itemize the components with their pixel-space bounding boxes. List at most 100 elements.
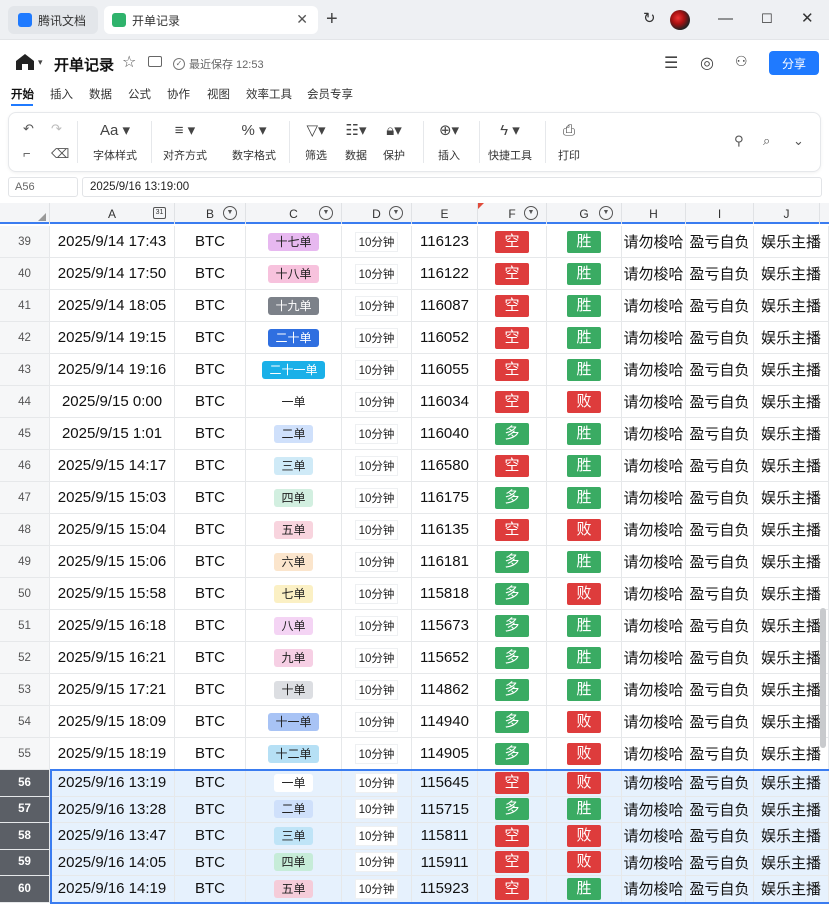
duration-cell[interactable]: 10分钟 <box>342 642 412 673</box>
order-tag-cell[interactable]: 十单 <box>246 674 342 705</box>
table-row[interactable]: 44 2025/9/15 0:00 BTC 一单 10分钟 116034 空 败 请勿梭哈 盈亏自… <box>0 386 829 418</box>
tab-start[interactable]: 开始 <box>11 86 34 102</box>
row-number[interactable]: 50 <box>0 578 50 609</box>
duration-cell[interactable]: 10分钟 <box>342 482 412 513</box>
protect-button[interactable]: 🔒︎▾ 保护 <box>379 121 409 163</box>
tag-cell[interactable]: 娱乐主播 <box>754 642 829 673</box>
row-number[interactable]: 53 <box>0 674 50 705</box>
disclaimer-cell[interactable]: 盈亏自负 <box>686 738 754 769</box>
spreadsheet-grid[interactable]: A 31 B ▼ C ▼ D ▼ E F ▼ G ▼ H I J 39 2025… <box>0 203 829 906</box>
tag-cell[interactable]: 娱乐主播 <box>754 322 829 353</box>
tab-insert[interactable]: 插入 <box>50 86 73 102</box>
order-tag-cell[interactable]: 九单 <box>246 642 342 673</box>
column-header-f[interactable]: F ▼ <box>478 203 547 224</box>
disclaimer-cell[interactable]: 盈亏自负 <box>686 258 754 289</box>
disclaimer-cell[interactable]: 盈亏自负 <box>686 482 754 513</box>
disclaimer-cell[interactable]: 盈亏自负 <box>686 610 754 641</box>
order-tag-cell[interactable]: 七单 <box>246 578 342 609</box>
cell-reference-box[interactable]: A56 <box>8 177 78 197</box>
tag-cell[interactable]: 娱乐主播 <box>754 450 829 481</box>
order-tag-cell[interactable]: 四单 <box>246 849 342 875</box>
duration-cell[interactable]: 10分钟 <box>342 322 412 353</box>
price-cell[interactable]: 116052 <box>412 322 478 353</box>
price-cell[interactable]: 116122 <box>412 258 478 289</box>
result-cell[interactable]: 败 <box>547 823 622 849</box>
row-number[interactable]: 51 <box>0 610 50 641</box>
row-number[interactable]: 39 <box>0 226 50 257</box>
result-cell[interactable]: 胜 <box>547 418 622 449</box>
table-row[interactable]: 40 2025/9/14 17:50 BTC 十八单 10分钟 116122 空 胜 请勿梭哈盈… <box>0 258 829 290</box>
datetime-cell[interactable]: 2025/9/15 17:21 <box>50 674 175 705</box>
tag-cell[interactable]: 娱乐主播 <box>754 823 829 849</box>
duration-cell[interactable]: 10分钟 <box>342 706 412 737</box>
tag-cell[interactable]: 娱乐主播 <box>754 546 829 577</box>
direction-cell[interactable]: 空 <box>478 386 547 417</box>
datetime-cell[interactable]: 2025/9/15 1:01 <box>50 418 175 449</box>
order-tag-cell[interactable]: 六单 <box>246 546 342 577</box>
duration-cell[interactable]: 10分钟 <box>342 226 412 257</box>
datetime-cell[interactable]: 2025/9/15 15:03 <box>50 482 175 513</box>
table-row[interactable]: 50 2025/9/15 15:58 BTC 七单 10分钟 115818 多 败 请勿梭哈 盈亏… <box>0 578 829 610</box>
order-tag-cell[interactable]: 四单 <box>246 482 342 513</box>
table-row[interactable]: 41 2025/9/14 18:05 BTC 十九单 10分钟 116087 空 胜 请勿梭哈盈… <box>0 290 829 322</box>
chevron-down-icon[interactable]: ▼ <box>599 206 613 220</box>
disclaimer-cell[interactable]: 盈亏自负 <box>686 322 754 353</box>
row-number[interactable]: 56 <box>0 770 50 796</box>
note-cell[interactable]: 请勿梭哈 <box>622 290 686 321</box>
price-cell[interactable]: 115715 <box>412 796 478 822</box>
disclaimer-cell[interactable]: 盈亏自负 <box>686 418 754 449</box>
result-cell[interactable]: 胜 <box>547 674 622 705</box>
direction-cell[interactable]: 多 <box>478 796 547 822</box>
tag-cell[interactable]: 娱乐主播 <box>754 849 829 875</box>
direction-cell[interactable]: 空 <box>478 354 547 385</box>
order-tag-cell[interactable]: 二十一单 <box>246 354 342 385</box>
collaborator-icon[interactable]: ⚇ <box>735 53 748 70</box>
order-tag-cell[interactable]: 十九单 <box>246 290 342 321</box>
order-tag-cell[interactable]: 二单 <box>246 418 342 449</box>
price-cell[interactable]: 115645 <box>412 770 478 796</box>
row-number[interactable]: 45 <box>0 418 50 449</box>
table-row[interactable]: 54 2025/9/15 18:09 BTC 十一单 10分钟 114940 多 败 请勿梭哈盈… <box>0 706 829 738</box>
table-row[interactable]: 56 2025/9/16 13:19 BTC 一单 10分钟 115645 空 败 请勿梭哈 盈亏… <box>0 770 829 797</box>
note-cell[interactable]: 请勿梭哈 <box>622 770 686 796</box>
tag-cell[interactable]: 娱乐主播 <box>754 290 829 321</box>
row-number[interactable]: 49 <box>0 546 50 577</box>
direction-cell[interactable]: 空 <box>478 876 547 902</box>
disclaimer-cell[interactable]: 盈亏自负 <box>686 770 754 796</box>
disclaimer-cell[interactable]: 盈亏自负 <box>686 546 754 577</box>
datetime-cell[interactable]: 2025/9/15 15:04 <box>50 514 175 545</box>
note-cell[interactable]: 请勿梭哈 <box>622 482 686 513</box>
symbol-cell[interactable]: BTC <box>175 578 246 609</box>
direction-cell[interactable]: 空 <box>478 258 547 289</box>
tag-cell[interactable]: 娱乐主播 <box>754 796 829 822</box>
column-header-j[interactable]: J <box>754 203 820 224</box>
direction-cell[interactable]: 多 <box>478 578 547 609</box>
duration-cell[interactable]: 10分钟 <box>342 674 412 705</box>
duration-cell[interactable]: 10分钟 <box>342 823 412 849</box>
duration-cell[interactable]: 10分钟 <box>342 354 412 385</box>
chevron-down-icon[interactable]: ▼ <box>389 206 403 220</box>
menu-icon[interactable]: ☰ <box>664 53 678 73</box>
symbol-cell[interactable]: BTC <box>175 482 246 513</box>
note-cell[interactable]: 请勿梭哈 <box>622 546 686 577</box>
price-cell[interactable]: 116580 <box>412 450 478 481</box>
note-cell[interactable]: 请勿梭哈 <box>622 226 686 257</box>
insert-button[interactable]: ⊕▾ 插入 <box>434 121 464 163</box>
symbol-cell[interactable]: BTC <box>175 322 246 353</box>
price-cell[interactable]: 114940 <box>412 706 478 737</box>
note-cell[interactable]: 请勿梭哈 <box>622 738 686 769</box>
direction-cell[interactable]: 多 <box>478 546 547 577</box>
direction-cell[interactable]: 多 <box>478 482 547 513</box>
refresh-icon[interactable]: ↻ <box>643 9 656 29</box>
table-row[interactable]: 59 2025/9/16 14:05 BTC 四单 10分钟 115911 空 败 请勿梭哈 盈亏… <box>0 849 829 876</box>
price-cell[interactable]: 116135 <box>412 514 478 545</box>
undo-icon[interactable]: ↶ <box>23 121 34 137</box>
font-style-button[interactable]: Aa ▾ 字体样式 <box>93 121 137 163</box>
tab-tencent-docs[interactable]: 腾讯文档 <box>8 6 98 34</box>
datetime-cell[interactable]: 2025/9/14 17:43 <box>50 226 175 257</box>
result-cell[interactable]: 败 <box>547 386 622 417</box>
result-cell[interactable]: 胜 <box>547 482 622 513</box>
minimize-icon[interactable]: — <box>718 9 733 29</box>
disclaimer-cell[interactable]: 盈亏自负 <box>686 823 754 849</box>
order-tag-cell[interactable]: 十一单 <box>246 706 342 737</box>
